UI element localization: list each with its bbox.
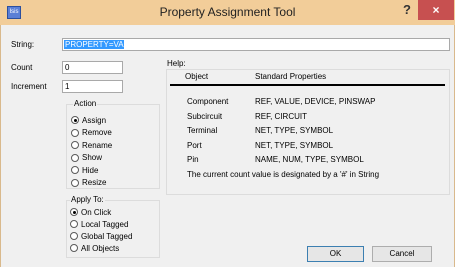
radio-circle-icon bbox=[70, 232, 78, 240]
radio-label: Hide bbox=[82, 165, 99, 175]
string-label: String: bbox=[11, 40, 35, 49]
help-button[interactable]: ? bbox=[396, 0, 418, 20]
action-radio-show[interactable]: Show bbox=[71, 153, 102, 163]
help-properties-cell: REF, CIRCUIT bbox=[255, 111, 307, 121]
radio-circle-icon bbox=[70, 244, 78, 252]
help-properties-cell: NET, TYPE, SYMBOL bbox=[255, 126, 334, 135]
help-properties-cell: NET, TYPE, SYMBOL bbox=[255, 140, 334, 150]
radio-circle-icon bbox=[71, 153, 79, 162]
action-radio-assign[interactable]: Assign bbox=[71, 115, 106, 125]
radio-circle-icon bbox=[71, 128, 79, 137]
radio-label: Global Tagged bbox=[81, 231, 133, 241]
close-button[interactable]: × bbox=[418, 0, 454, 20]
radio-label: Assign bbox=[82, 115, 107, 125]
ok-button[interactable]: OK bbox=[307, 246, 364, 262]
radio-circle-icon bbox=[71, 116, 79, 124]
apply-to-radio-global-tagged[interactable]: Global Tagged bbox=[70, 231, 132, 241]
radio-circle-icon bbox=[71, 166, 79, 174]
radio-label: All Objects bbox=[81, 243, 120, 253]
help-object-cell: Port bbox=[187, 140, 202, 150]
radio-label: Local Tagged bbox=[81, 219, 129, 229]
help-col-properties: Standard Properties bbox=[255, 72, 327, 81]
action-radio-rename[interactable]: Rename bbox=[71, 140, 112, 150]
apply-to-radio-on-click[interactable]: On Click bbox=[70, 207, 111, 217]
cancel-button[interactable]: Cancel bbox=[372, 246, 432, 262]
help-object-cell: Component bbox=[187, 97, 229, 106]
radio-label: Remove bbox=[82, 128, 112, 137]
radio-circle-icon bbox=[70, 220, 78, 228]
count-label: Count bbox=[11, 63, 33, 72]
help-properties-cell: REF, VALUE, DEVICE, PINSWAP bbox=[255, 97, 376, 106]
radio-circle-icon bbox=[71, 141, 79, 149]
help-properties-cell: NAME, NUM, TYPE, SYMBOL bbox=[255, 155, 364, 164]
increment-label: Increment bbox=[11, 82, 47, 91]
action-radio-resize[interactable]: Resize bbox=[71, 178, 106, 188]
help-object-cell: Pin bbox=[187, 155, 199, 164]
radio-label: Show bbox=[82, 153, 103, 162]
radio-label: Rename bbox=[82, 140, 113, 150]
action-radio-remove[interactable]: Remove bbox=[71, 128, 112, 138]
help-col-object: Object bbox=[185, 72, 209, 81]
radio-label: On Click bbox=[81, 207, 112, 217]
radio-label: Resize bbox=[82, 178, 107, 187]
apply-to-group-title: Apply To: bbox=[70, 195, 105, 204]
action-radio-hide[interactable]: Hide bbox=[71, 165, 98, 175]
help-title: Help: bbox=[167, 59, 186, 68]
string-input-value: PROPERTY=VALUE bbox=[64, 40, 140, 49]
radio-circle-icon bbox=[71, 178, 79, 187]
action-group-title: Action bbox=[73, 99, 98, 108]
window-title: Property Assignment Tool bbox=[159, 5, 296, 19]
help-note: The current count value is designated by… bbox=[187, 170, 380, 179]
help-header-divider bbox=[170, 84, 445, 86]
apply-to-radio-all-objects[interactable]: All Objects bbox=[70, 243, 119, 253]
radio-circle-icon bbox=[70, 208, 78, 216]
apply-to-radio-local-tagged[interactable]: Local Tagged bbox=[70, 219, 128, 229]
help-object-cell: Terminal bbox=[187, 126, 218, 135]
count-input[interactable] bbox=[62, 61, 123, 74]
help-object-cell: Subcircuit bbox=[187, 111, 223, 121]
increment-input[interactable] bbox=[62, 80, 123, 93]
